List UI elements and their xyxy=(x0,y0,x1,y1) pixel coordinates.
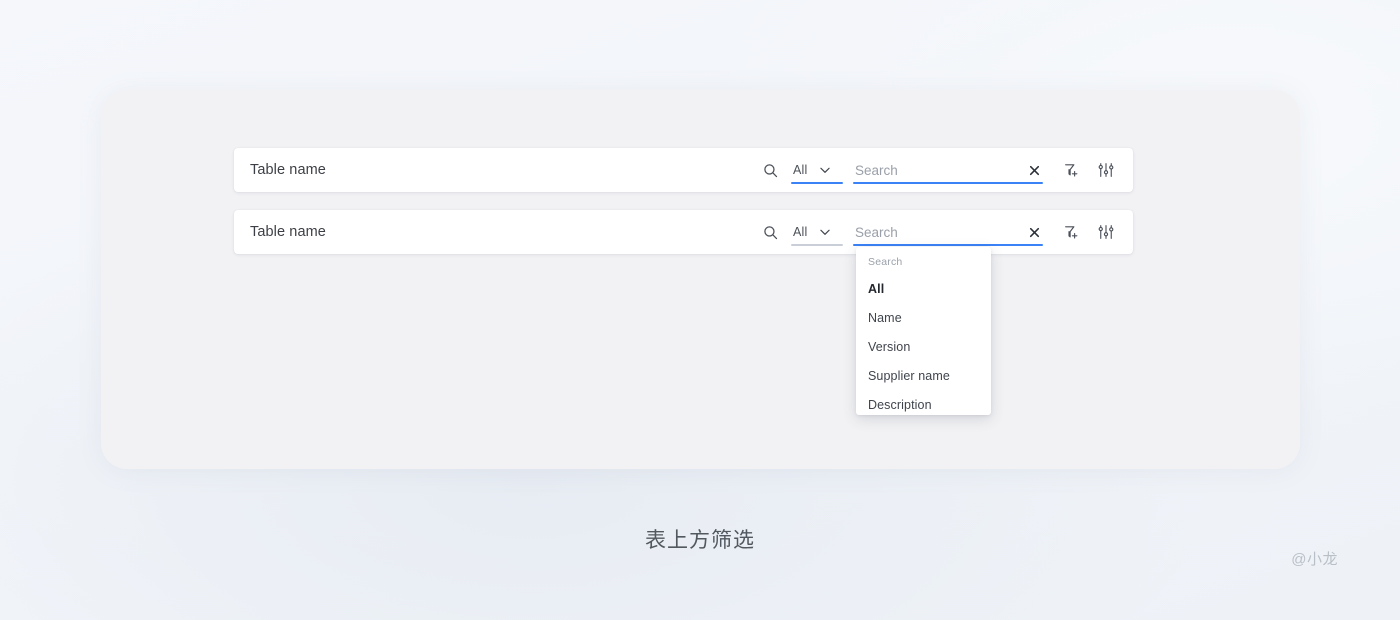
search-input[interactable] xyxy=(853,162,1043,178)
toolbar-controls: All xyxy=(757,148,1133,192)
chevron-down-icon xyxy=(818,225,832,239)
search-scope-value: All xyxy=(793,225,808,239)
search-scope-dropdown: Search All Name Version Supplier name De… xyxy=(856,247,991,415)
filter-add-icon[interactable] xyxy=(1059,157,1085,183)
search-underline xyxy=(853,244,1043,246)
search-field[interactable] xyxy=(853,217,1043,247)
table-name-label: Table name xyxy=(250,162,326,178)
tune-sliders-icon[interactable] xyxy=(1093,157,1119,183)
tune-sliders-icon[interactable] xyxy=(1093,219,1119,245)
dropdown-item-version[interactable]: Version xyxy=(856,332,991,361)
table-name-label: Table name xyxy=(250,224,326,240)
dropdown-caption: Search xyxy=(868,256,903,268)
scope-underline xyxy=(791,182,843,184)
watermark: @小龙 xyxy=(1291,551,1338,568)
search-underline xyxy=(853,182,1043,184)
dropdown-item-all[interactable]: All xyxy=(856,274,991,303)
close-icon[interactable] xyxy=(1025,161,1043,179)
search-icon[interactable] xyxy=(757,157,783,183)
toolbar-row: Table name All xyxy=(234,148,1133,192)
close-icon[interactable] xyxy=(1025,223,1043,241)
chevron-down-icon xyxy=(818,163,832,177)
figure-caption: 表上方筛选 xyxy=(645,529,755,552)
search-scope-select[interactable]: All xyxy=(791,155,843,185)
filter-add-icon[interactable] xyxy=(1059,219,1085,245)
scope-underline xyxy=(791,244,843,246)
dropdown-item-name[interactable]: Name xyxy=(856,303,991,332)
dropdown-item-description[interactable]: Description xyxy=(856,390,991,419)
search-field[interactable] xyxy=(853,155,1043,185)
search-input[interactable] xyxy=(853,224,1043,240)
search-icon[interactable] xyxy=(757,219,783,245)
search-scope-value: All xyxy=(793,163,808,177)
search-scope-select[interactable]: All xyxy=(791,217,843,247)
dropdown-item-supplier-name[interactable]: Supplier name xyxy=(856,361,991,390)
toolbar-row: Table name All xyxy=(234,210,1133,254)
content-card xyxy=(101,90,1300,469)
